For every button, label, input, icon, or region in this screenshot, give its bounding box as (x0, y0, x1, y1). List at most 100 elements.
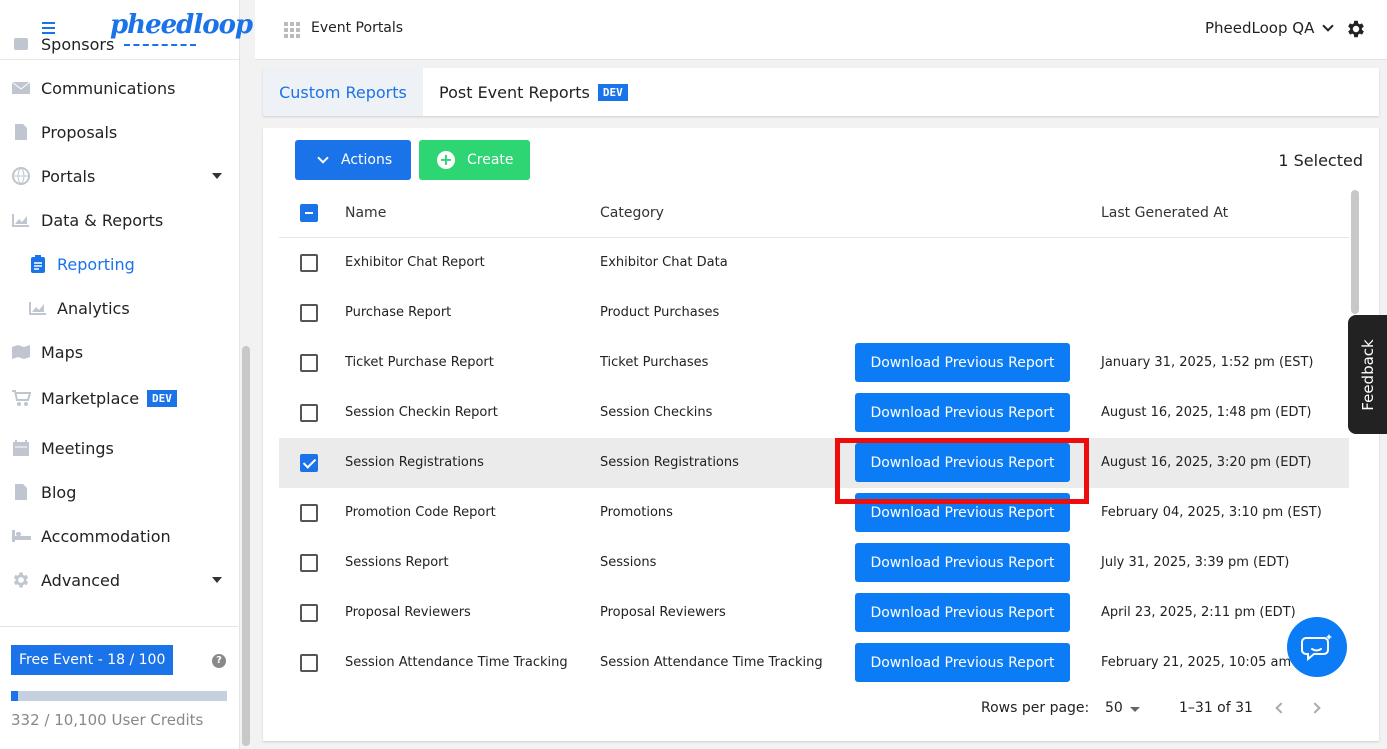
row-checkbox[interactable] (300, 654, 318, 672)
help-icon[interactable]: ? (212, 654, 226, 668)
feedback-tab[interactable]: Feedback (1348, 315, 1387, 434)
table-row[interactable]: Sessions Report Sessions Download Previous… (279, 538, 1349, 588)
download-previous-report-button[interactable]: Download Previous Report (855, 343, 1070, 382)
chat-support-button[interactable] (1287, 617, 1347, 677)
column-header-name[interactable]: Name (345, 205, 386, 221)
credits-bar-fill (11, 691, 19, 701)
apps-grid-icon[interactable] (284, 22, 300, 38)
caret-down-icon[interactable] (1130, 707, 1140, 712)
report-name: Proposal Reviewers (345, 605, 471, 620)
sidebar-item-maps[interactable]: Maps (0, 330, 238, 374)
chat-icon (1301, 634, 1332, 662)
chevron-down-icon (317, 152, 329, 164)
sidebar-item-data-reports[interactable]: Data & Reports (0, 198, 238, 242)
org-name: PheedLoop QA (1205, 19, 1315, 37)
rows-per-page-label: Rows per page: (981, 700, 1090, 716)
reports-card: Actions + Create 1 Selected Name Categor… (263, 128, 1379, 741)
selected-count: 1 Selected (1278, 151, 1363, 170)
column-header-last-generated[interactable]: Last Generated At (1101, 205, 1228, 221)
highlight-box (835, 438, 1089, 504)
report-name: Purchase Report (345, 305, 452, 320)
document-icon (11, 123, 31, 141)
org-selector[interactable]: PheedLoop QA (1205, 19, 1335, 37)
last-generated-at: August 16, 2025, 1:48 pm (EDT) (1101, 405, 1312, 420)
download-previous-report-button[interactable]: Download Previous Report (855, 643, 1070, 682)
row-checkbox[interactable] (300, 554, 318, 572)
download-previous-report-button[interactable]: Download Previous Report (855, 593, 1070, 632)
table-row[interactable]: Purchase Report Product Purchases (279, 288, 1349, 338)
rows-per-page-select[interactable]: 50 (1105, 700, 1123, 716)
report-category: Exhibitor Chat Data (600, 255, 728, 270)
tab-label: Post Event Reports (439, 82, 590, 102)
table-row[interactable]: Exhibitor Chat Report Exhibitor Chat Data (279, 238, 1349, 288)
actions-button[interactable]: Actions (295, 140, 411, 180)
top-bar: Event Portals PheedLoop QA (255, 0, 1387, 60)
table-row[interactable]: Session Attendance Time Tracking Session … (279, 638, 1349, 688)
sidebar-item-reporting[interactable]: Reporting (0, 242, 238, 286)
sidebar-item-label: Marketplace (41, 388, 140, 408)
select-all-checkbox[interactable] (300, 204, 318, 222)
sidebar-item-proposals[interactable]: Proposals (0, 110, 238, 154)
sidebar-item-label: Data & Reports (41, 210, 164, 230)
sidebar-item-label: Communications (41, 78, 176, 98)
table-scrollbar[interactable] (1351, 190, 1359, 314)
sidebar-item-label: Maps (41, 342, 84, 362)
sidebar-item-label: Analytics (57, 298, 130, 318)
last-generated-at: April 23, 2025, 2:11 pm (EDT) (1101, 605, 1296, 620)
row-checkbox[interactable] (300, 354, 318, 372)
bed-icon (11, 527, 31, 545)
next-page-icon[interactable] (1309, 702, 1321, 714)
map-icon (11, 343, 31, 361)
table-row[interactable]: Proposal Reviewers Proposal Reviewers Down… (279, 588, 1349, 638)
sidebar-item-blog[interactable]: Blog (0, 470, 238, 514)
create-label: Create (467, 152, 514, 168)
gear-icon (11, 571, 31, 589)
row-checkbox[interactable] (300, 404, 318, 422)
report-category: Promotions (600, 505, 673, 520)
sidebar-item-portals[interactable]: Portals (0, 154, 238, 198)
table-row[interactable]: Promotion Code Report Promotions Download … (279, 488, 1349, 538)
row-checkbox[interactable] (300, 454, 318, 472)
tab-custom-reports[interactable]: Custom Reports (263, 68, 423, 116)
sidebar-item-communications[interactable]: Communications (0, 66, 238, 110)
table-row[interactable]: Session Checkin Report Session Checkins Do… (279, 388, 1349, 438)
report-name: Session Registrations (345, 455, 484, 470)
plus-circle-icon: + (437, 151, 455, 169)
sidebar-item-meetings[interactable]: Meetings (0, 426, 238, 470)
page-title: Event Portals (311, 20, 404, 36)
row-checkbox[interactable] (300, 604, 318, 622)
sidebar-item-label: Reporting (57, 254, 135, 274)
calendar-icon (11, 439, 31, 457)
last-generated-at: February 21, 2025, 10:05 am (E (1101, 655, 1309, 670)
report-tabs: Custom Reports Post Event Reports DEV (263, 68, 1379, 116)
report-category: Session Attendance Time Tracking (600, 655, 823, 670)
sidebar-item-analytics[interactable]: Analytics (0, 286, 238, 330)
page-range: 1–31 of 31 (1179, 700, 1253, 716)
download-previous-report-button[interactable]: Download Previous Report (855, 393, 1070, 432)
sidebar-item-advanced[interactable]: Advanced (0, 558, 238, 602)
table-row[interactable]: Session Registrations Session Registratio… (279, 438, 1349, 488)
report-name: Promotion Code Report (345, 505, 496, 520)
sidebar-item-sponsors[interactable]: Sponsors (0, 22, 238, 66)
prev-page-icon[interactable] (1275, 702, 1287, 714)
column-header-category[interactable]: Category (600, 205, 664, 221)
row-checkbox[interactable] (300, 304, 318, 322)
create-button[interactable]: + Create (419, 140, 530, 180)
settings-gear-icon[interactable] (1345, 18, 1367, 40)
chart-icon (11, 211, 31, 229)
caret-down-icon[interactable] (212, 577, 222, 583)
row-checkbox[interactable] (300, 504, 318, 522)
caret-down-icon[interactable] (212, 173, 222, 179)
report-name: Session Checkin Report (345, 405, 498, 420)
sidebar-item-accommodation[interactable]: Accommodation (0, 514, 238, 558)
report-category: Product Purchases (600, 305, 720, 320)
sidebar-item-label: Sponsors (41, 34, 115, 54)
row-checkbox[interactable] (300, 254, 318, 272)
sidebar-item-label: Advanced (41, 570, 121, 590)
sidebar-scrollbar[interactable] (242, 346, 250, 746)
plan-button[interactable]: Free Event - 18 / 100 (11, 645, 174, 675)
table-row[interactable]: Ticket Purchase Report Ticket Purchases Do… (279, 338, 1349, 388)
download-previous-report-button[interactable]: Download Previous Report (855, 543, 1070, 582)
tab-post-event-reports[interactable]: Post Event Reports DEV (439, 68, 628, 116)
sidebar-item-marketplace[interactable]: Marketplace DEV (0, 376, 238, 420)
